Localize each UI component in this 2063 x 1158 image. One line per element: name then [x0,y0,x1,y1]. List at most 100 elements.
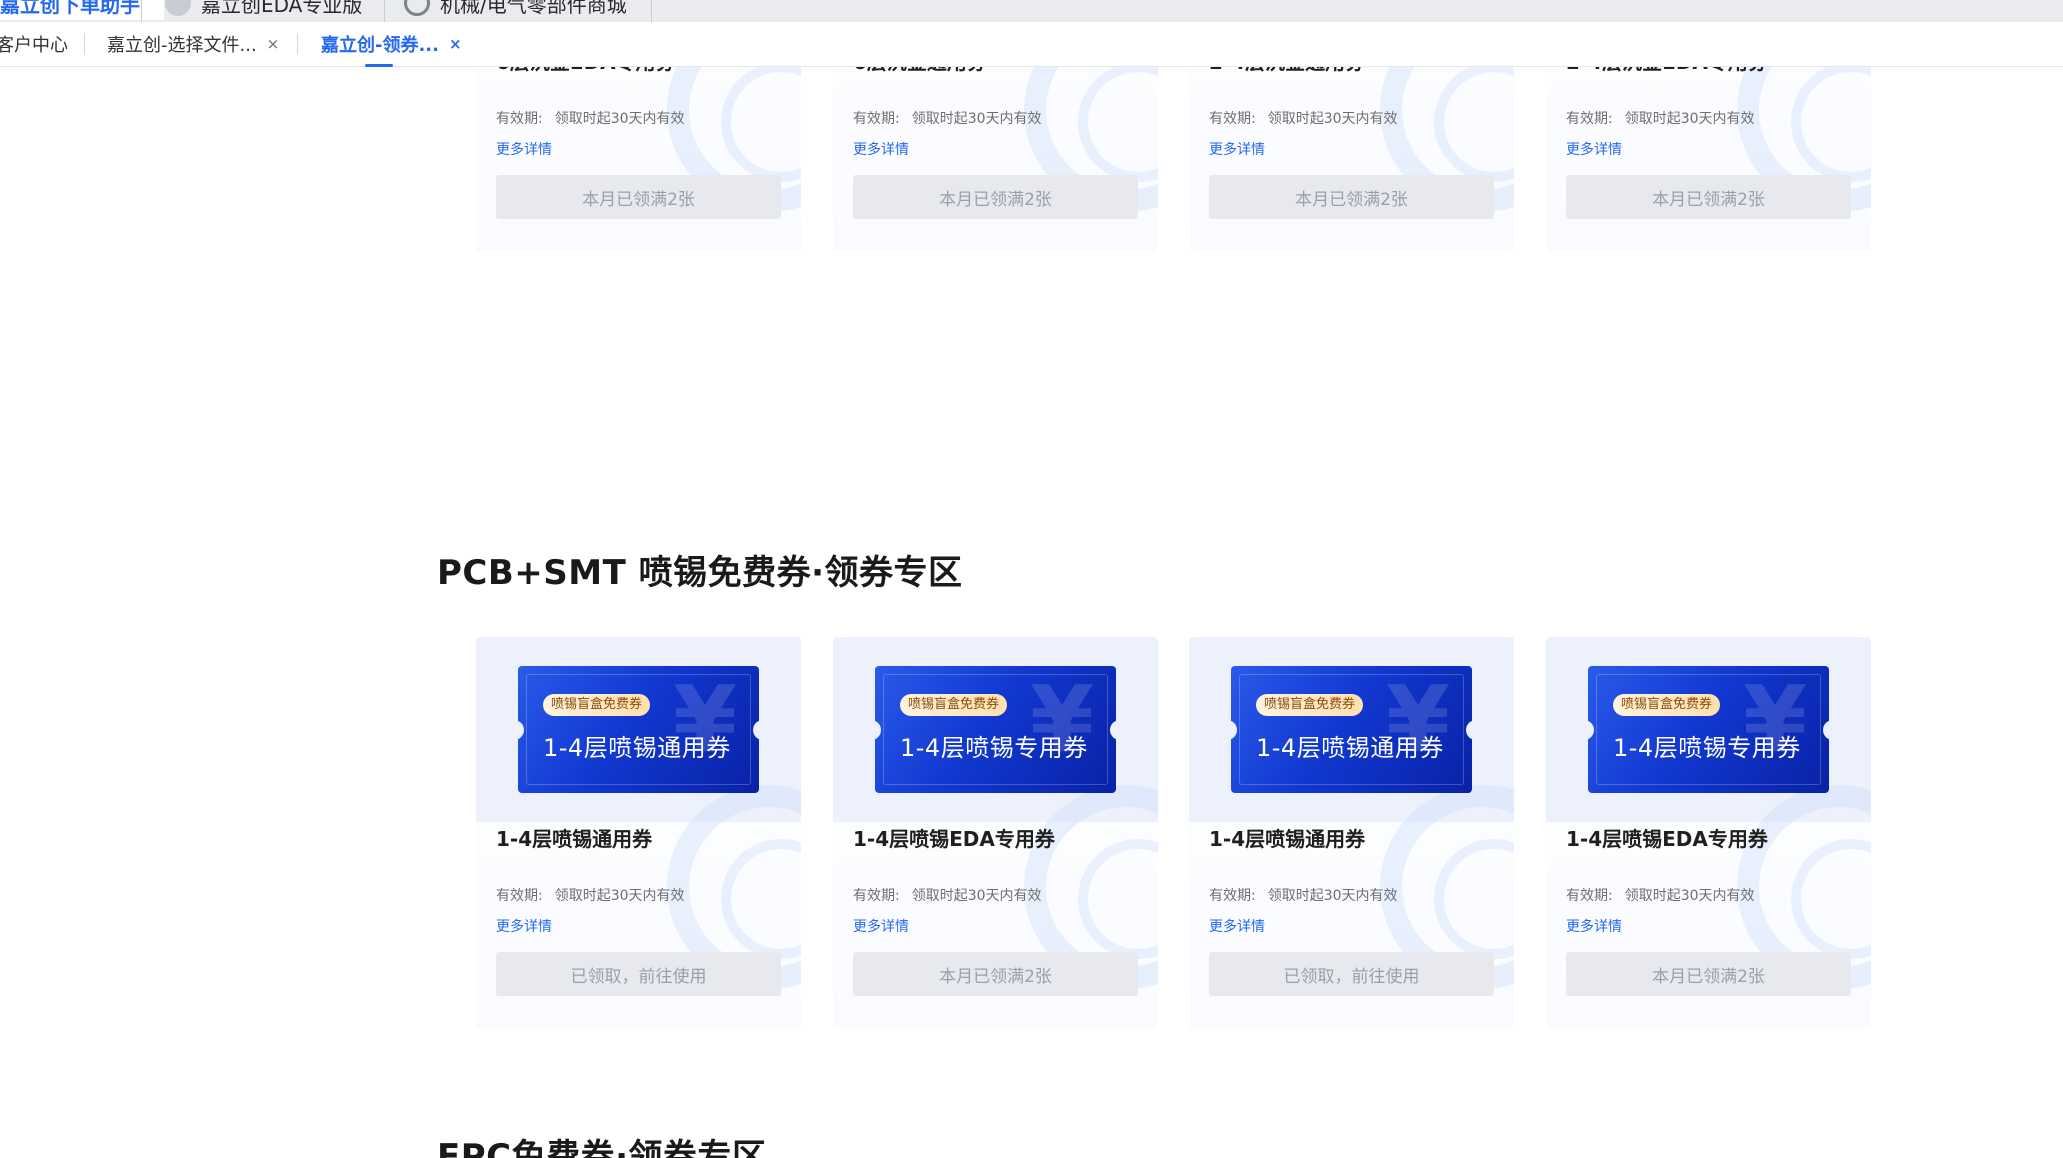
close-icon[interactable]: × [449,35,462,53]
coupon-ticket-graphic: ¥ 喷锡盲盒免费券 1-4层喷锡通用券 [518,666,759,793]
ticket-notch [1823,720,1829,740]
tab-divider [297,33,298,55]
tab-divider [141,0,142,22]
coupon-card: ¥ 喷锡盲盒免费券 1-4层喷锡专用券 1-4层喷锡EDA专用券 有效期: 领取时… [833,637,1158,1029]
validity-label: 有效期: [1566,888,1613,904]
validity-label: 有效期: [1209,111,1256,127]
validity-label: 有效期: [853,111,900,127]
claim-coupon-button[interactable]: 本月已领满2张 [853,952,1138,996]
coupon-card: ¥ 沉金盲盒免费券 6层板沉金通用券 6层沉金通用券 有效期:领取时起30天内有… [833,67,1158,252]
more-details-link[interactable]: 更多详情 [853,916,909,936]
coupon-ticket-name: 1-4层喷锡通用券 [1256,734,1444,762]
validity-value: 领取时起30天内有效 [1624,111,1755,127]
section-title-hasl: PCB+SMT 喷锡免费券·领券专区 [437,553,963,593]
tab-divider [384,0,385,22]
coupon-card: ¥ 喷锡盲盒免费券 1-4层喷锡通用券 1-4层喷锡通用券 有效期: 领取时起30… [476,637,801,1029]
coupon-card: ¥ 喷锡盲盒免费券 1-4层喷锡通用券 1-4层喷锡通用券 有效期: 领取时起30… [1189,637,1514,1029]
coupon-ticket-name: 1-4层喷锡通用券 [543,734,731,762]
validity-label: 有效期: [496,111,543,127]
coupon-card: ¥ 喷锡盲盒免费券 1-4层喷锡专用券 1-4层喷锡EDA专用券 有效期: 领取时… [1546,637,1871,1029]
validity-label: 有效期: [1566,111,1613,127]
ticket-notch [1466,720,1472,740]
claim-coupon-button[interactable]: 本月已领满2张 [1566,952,1851,996]
coupon-card: ¥ 沉金盲盒免费券 2-4层沉金专用券 2-4层沉金EDA专用券 有效期:领取时… [1546,67,1871,252]
validity-value: 领取时起30天内有效 [1267,888,1398,904]
claim-coupon-button[interactable]: 本月已领满2张 [1566,175,1851,219]
claim-coupon-button[interactable]: 已领取，前往使用 [496,952,781,996]
coupon-validity: 有效期: 领取时起30天内有效 [1566,108,1767,128]
coupon-title: 1-4层喷锡通用券 [496,827,653,851]
ticket-notch [1231,720,1237,740]
browser-tab-strip: 嘉立创下单助手 嘉立创EDA专业版 机械/电气零部件商城 [0,0,2063,22]
claim-coupon-button[interactable]: 已领取，前往使用 [1209,952,1494,996]
coupon-validity: 有效期: 领取时起30天内有效 [1566,885,1767,905]
section-title-fpc: FPC免费券·领券专区 [437,1137,767,1158]
validity-label: 有效期: [496,888,543,904]
coupon-validity: 有效期: 领取时起30天内有效 [496,108,697,128]
more-details-link[interactable]: 更多详情 [1209,139,1265,159]
tab-divider [651,0,652,22]
coupon-ticket-graphic: ¥ 喷锡盲盒免费券 1-4层喷锡专用券 [875,666,1116,793]
browser-tab-order-assistant[interactable]: 嘉立创下单助手 [0,0,164,20]
claim-coupon-button[interactable]: 本月已领满2张 [496,175,781,219]
coupon-title: 1-4层喷锡通用券 [1209,827,1366,851]
more-details-link[interactable]: 更多详情 [496,139,552,159]
coupon-title: 1-4层喷锡EDA专用券 [853,827,1055,851]
coupon-validity: 有效期: 领取时起30天内有效 [1209,108,1410,128]
tab-label: 嘉立创-选择文件... [107,35,257,56]
coupon-validity: 有效期: 领取时起30天内有效 [496,885,697,905]
close-icon[interactable]: × [267,35,280,53]
mall-app-icon [404,0,430,16]
claim-coupon-button[interactable]: 本月已领满2张 [1209,175,1494,219]
more-details-link[interactable]: 更多详情 [853,139,909,159]
coupon-badge: 喷锡盲盒免费券 [543,694,651,716]
tab-coupon-center[interactable]: 嘉立创-领券... × [321,22,462,67]
coupon-title: 6层沉金通用券 [853,67,987,75]
eda-app-icon [165,0,191,16]
coupon-ticket-graphic: ¥ 喷锡盲盒免费券 1-4层喷锡通用券 [1231,666,1472,793]
claim-coupon-button[interactable]: 本月已领满2张 [853,175,1138,219]
browser-tab-label: 嘉立创下单助手 [0,0,140,17]
ticket-notch [518,720,524,740]
validity-value: 领取时起30天内有效 [911,888,1042,904]
validity-value: 领取时起30天内有效 [911,111,1042,127]
coupon-ticket-name: 1-4层喷锡专用券 [900,734,1088,762]
coupon-ticket-graphic: ¥ 喷锡盲盒免费券 1-4层喷锡专用券 [1588,666,1829,793]
more-details-link[interactable]: 更多详情 [1566,916,1622,936]
coupon-ticket-name: 1-4层喷锡专用券 [1613,734,1801,762]
ticket-notch [753,720,759,740]
coupon-badge: 喷锡盲盒免费券 [900,694,1008,716]
coupon-page-content[interactable]: ¥ 沉金盲盒免费券 6层板沉金专用券 6层沉金EDA专用券 有效期:领取时起30… [0,67,2063,1158]
tab-label: 客户中心 [0,35,68,56]
browser-tab-label: 机械/电气零部件商城 [440,0,627,17]
ticket-notch [875,720,881,740]
coupon-card: ¥ 沉金盲盒免费券 2-4层沉金通用券 2-4层沉金通用券 有效期:领取时起30… [1189,67,1514,252]
ticket-notch [1110,720,1116,740]
validity-label: 有效期: [853,888,900,904]
coupon-badge: 喷锡盲盒免费券 [1613,694,1721,716]
coupon-validity: 有效期: 领取时起30天内有效 [1209,885,1410,905]
coupon-title: 2-4层沉金EDA专用券 [1566,67,1768,75]
tab-customer-center[interactable]: 客户中心 [0,22,68,66]
coupon-badge: 喷锡盲盒免费券 [1256,694,1364,716]
browser-tab-eda-pro[interactable]: 嘉立创EDA专业版 [165,0,362,20]
coupon-card: ¥ 沉金盲盒免费券 6层板沉金专用券 6层沉金EDA专用券 有效期:领取时起30… [476,67,801,252]
coupon-title: 6层沉金EDA专用券 [496,67,676,75]
validity-value: 领取时起30天内有效 [1624,888,1755,904]
tab-divider [84,33,85,55]
tab-select-file[interactable]: 嘉立创-选择文件... × [107,22,279,66]
more-details-link[interactable]: 更多详情 [496,916,552,936]
tab-label: 嘉立创-领券... [321,35,439,56]
coupon-validity: 有效期: 领取时起30天内有效 [853,108,1054,128]
browser-tab-parts-mall[interactable]: 机械/电气零部件商城 [404,0,627,20]
validity-label: 有效期: [1209,888,1256,904]
coupon-title: 1-4层喷锡EDA专用券 [1566,827,1768,851]
validity-value: 领取时起30天内有效 [1267,111,1398,127]
coupon-title: 2-4层沉金通用券 [1209,67,1365,75]
validity-value: 领取时起30天内有效 [554,111,685,127]
more-details-link[interactable]: 更多详情 [1209,916,1265,936]
more-details-link[interactable]: 更多详情 [1566,139,1622,159]
browser-tab-label: 嘉立创EDA专业版 [201,0,363,17]
page-tab-bar: 客户中心 嘉立创-选择文件... × 嘉立创-领券... × [0,22,2063,67]
validity-value: 领取时起30天内有效 [554,888,685,904]
